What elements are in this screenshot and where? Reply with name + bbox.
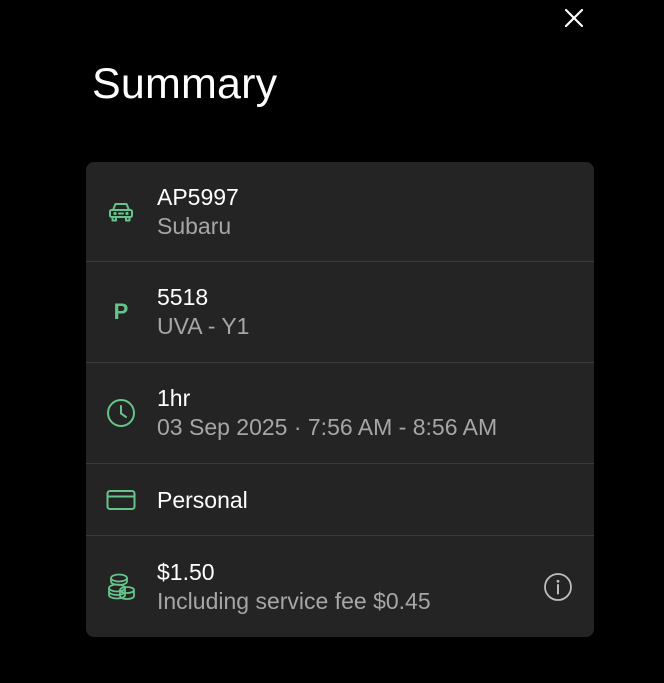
zone-info: 5518 UVA - Y1 (157, 283, 249, 341)
payment-info: Personal (157, 486, 248, 514)
price-total: $1.50 (157, 558, 215, 585)
zone-code: 5518 (157, 284, 209, 310)
duration-info: 1hr 03 Sep 2025 · 7:56 AM - 8:56 AM (157, 384, 497, 442)
vehicle-plate: AP5997 (157, 183, 239, 210)
info-icon (544, 572, 572, 601)
clock-icon (106, 398, 136, 428)
credit-card-icon (106, 485, 136, 515)
vehicle-row: AP5997 Subaru (86, 162, 594, 262)
summary-card: AP5997 Subaru P 5518 UVA - Y1 1hr 03 Sep… (86, 162, 594, 637)
zone-name: UVA - Y1 (157, 313, 250, 339)
duration-length: 1hr (157, 385, 191, 411)
price-info-button[interactable] (543, 572, 573, 602)
page-title: Summary (92, 60, 278, 108)
price-note: Including service fee $0.45 (157, 587, 431, 614)
price-row: $1.50 Including service fee $0.45 (86, 536, 594, 637)
zone-row: P 5518 UVA - Y1 (86, 262, 594, 363)
duration-row: 1hr 03 Sep 2025 · 7:56 AM - 8:56 AM (86, 363, 594, 464)
vehicle-info: AP5997 Subaru (157, 183, 239, 241)
close-button[interactable] (560, 4, 588, 32)
vehicle-make: Subaru (157, 212, 232, 239)
price-info: $1.50 Including service fee $0.45 (157, 558, 431, 616)
parking-icon-glyph: P (113, 299, 129, 324)
payment-row: Personal (86, 464, 594, 536)
close-icon (564, 8, 584, 28)
coins-icon (106, 572, 136, 602)
payment-method: Personal (157, 486, 248, 513)
duration-period: 03 Sep 2025 · 7:56 AM - 8:56 AM (157, 414, 498, 440)
car-icon (106, 197, 136, 227)
parking-icon: P (106, 297, 136, 327)
